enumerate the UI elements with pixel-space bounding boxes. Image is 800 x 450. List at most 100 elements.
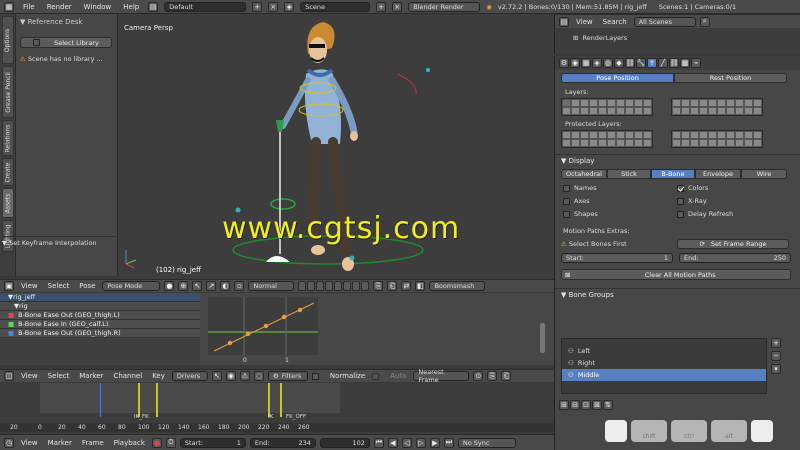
bone-tab-icon[interactable]: ╱ [658, 58, 668, 68]
names-option[interactable]: Names [563, 184, 677, 197]
menu-select-graph[interactable]: Select [45, 372, 73, 380]
graph-area[interactable]: 0 1 [200, 293, 554, 365]
prev-key-icon[interactable]: ◀ [387, 437, 398, 448]
channel-rig-jeff[interactable]: ▼ rig_jeff [0, 293, 200, 302]
object-tab-icon[interactable]: ◆ [614, 58, 624, 68]
clear-all-motion-paths-button[interactable]: ⊠ Clear All Motion Paths [561, 269, 791, 280]
scene-add-icon[interactable]: + [376, 1, 387, 12]
graph-editor-icon[interactable]: ◫ [4, 371, 14, 381]
outliner-scope-select[interactable]: All Scenes [633, 16, 696, 27]
jump-end-icon[interactable]: ⏭ [443, 437, 454, 448]
menu-file[interactable]: File [20, 3, 38, 11]
scene-browse-icon[interactable]: ◈ [284, 1, 295, 12]
bone-constraint-tab-icon[interactable]: ⛓ [669, 58, 679, 68]
operator-panel[interactable]: ▼ Set Keyframe Interpolation [2, 236, 116, 248]
show-hidden-icon[interactable]: ◉ [225, 371, 236, 381]
manipulator-icon[interactable]: ↖ [192, 281, 203, 291]
only-errors-icon[interactable]: ⚠ [239, 371, 250, 381]
preview-range-icon[interactable]: ⏱ [165, 437, 176, 448]
display-envelope-button[interactable]: Envelope [695, 169, 741, 179]
orientation-select[interactable]: Normal [248, 281, 295, 291]
pose-flip-icon[interactable]: ⇄ [401, 281, 412, 291]
scale-icon[interactable]: ▫ [234, 281, 245, 291]
rig-select[interactable]: Boomsmash [429, 281, 486, 291]
view-type-icon[interactable]: ▣ [4, 281, 14, 291]
menu-pose[interactable]: Pose [76, 282, 98, 290]
layout-field[interactable]: Default [164, 1, 247, 12]
constraints-tab-icon[interactable]: ⛓ [625, 58, 635, 68]
marker-ik-fk[interactable]: IK_FK [134, 414, 149, 420]
menu-render[interactable]: Render [44, 3, 75, 11]
mode-select[interactable]: Pose Mode [102, 281, 161, 291]
sort-icon[interactable]: ⇅ [603, 400, 613, 410]
remove-icon[interactable]: ⊟ [570, 400, 580, 410]
rest-position-button[interactable]: Rest Position [674, 73, 787, 83]
menu-view-graph[interactable]: View [18, 372, 41, 380]
motion-end-field[interactable]: End: 250 [679, 253, 791, 263]
next-key-icon[interactable]: ▶ [429, 437, 440, 448]
current-frame-field[interactable]: 102 [319, 437, 370, 448]
translate-icon[interactable]: ↗ [206, 281, 217, 291]
display-octahedral-button[interactable]: Octahedral [561, 169, 607, 179]
editor-type-icon[interactable]: ▦ [4, 1, 14, 12]
layer-buttons[interactable] [298, 281, 370, 291]
menu-select[interactable]: Select [45, 282, 73, 290]
texture-tab-icon[interactable]: ▩ [680, 58, 690, 68]
scene-close-icon[interactable]: × [392, 1, 403, 12]
layout-add-icon[interactable]: + [252, 1, 263, 12]
pivot-graph-icon[interactable]: ⊙ [473, 371, 484, 381]
bone-group-right[interactable]: ⚇ Right [562, 357, 766, 369]
delay-refresh-option[interactable]: Delay Refresh [677, 210, 733, 223]
auto-checkbox[interactable] [372, 372, 380, 380]
filters-button[interactable]: ⚙ Filters [267, 371, 308, 381]
marker-ik[interactable]: IK [268, 414, 273, 420]
layout-browse-icon[interactable]: ▤ [148, 1, 159, 12]
menu-view-timeline[interactable]: View [18, 439, 41, 447]
group-menu-icon[interactable]: ▾ [771, 364, 781, 374]
outliner-search-menu[interactable]: Search [600, 18, 630, 26]
end-frame-field[interactable]: End: 234 [249, 437, 316, 448]
shapes-option[interactable]: Shapes [563, 210, 677, 223]
menu-key[interactable]: Key [149, 372, 168, 380]
render-icon[interactable]: ◧ [415, 281, 426, 291]
deselect-icon[interactable]: ⊠ [592, 400, 602, 410]
menu-channel[interactable]: Channel [110, 372, 145, 380]
pivot-icon[interactable]: ⊕ [178, 281, 189, 291]
outliner-type-icon[interactable]: ▤ [559, 16, 569, 27]
rotate-icon[interactable]: ◐ [220, 281, 231, 291]
xray-option[interactable]: X-Ray [677, 197, 733, 210]
properties-type-icon[interactable]: ⚙ [559, 58, 569, 68]
copy-keys-icon[interactable]: ⎘ [487, 371, 498, 381]
marker-fk-off[interactable]: FK_OFF [286, 414, 306, 420]
render-tab-icon[interactable]: ◉ [570, 58, 580, 68]
display-wire-button[interactable]: Wire [741, 169, 787, 179]
tab-options[interactable]: Options [2, 16, 14, 64]
modifiers-tab-icon[interactable]: 🔧 [636, 58, 646, 68]
paste-keys-icon[interactable]: ⎗ [501, 371, 512, 381]
shading-solid-icon[interactable]: ● [164, 281, 175, 291]
display-bbone-button[interactable]: B-Bone [651, 169, 695, 179]
menu-window[interactable]: Window [81, 3, 115, 11]
colors-option[interactable]: Colors [677, 184, 733, 197]
armature-tab-icon[interactable]: ☥ [647, 58, 657, 68]
set-frame-range-button[interactable]: ⟳ Set Frame Range [677, 239, 789, 249]
play-reverse-icon[interactable]: ◁ [401, 437, 412, 448]
pose-position-button[interactable]: Pose Position [561, 73, 674, 83]
playhead[interactable] [100, 383, 101, 417]
axes-option[interactable]: Axes [563, 197, 677, 210]
start-frame-field[interactable]: Start: 1 [179, 437, 246, 448]
reference-desk-header[interactable]: ▼ Reference Desk [20, 18, 82, 26]
tab-grease-pencil[interactable]: Grease Pencil [2, 66, 14, 118]
outliner-view-menu[interactable]: View [573, 18, 596, 26]
channel-rig[interactable]: ▼ rig [0, 302, 200, 311]
frame-ruler[interactable]: 20 0 20 40 60 80 100 120 140 160 180 200… [0, 423, 554, 432]
bone-group-middle[interactable]: ⚇ Middle [562, 369, 766, 381]
menu-help[interactable]: Help [120, 3, 142, 11]
motion-start-field[interactable]: Start: 1 [561, 253, 673, 263]
scene-field[interactable]: Scene [300, 1, 371, 12]
tab-create[interactable]: Create [2, 158, 14, 186]
channel-fcurve-1[interactable]: ■ B-Bone Ease Out (GEO_thigh.L) [0, 311, 200, 320]
normalize-checkbox[interactable] [311, 372, 319, 380]
snap-select[interactable]: Nearest Frame [413, 368, 470, 384]
ghost-curves-icon[interactable]: ◌ [253, 371, 264, 381]
